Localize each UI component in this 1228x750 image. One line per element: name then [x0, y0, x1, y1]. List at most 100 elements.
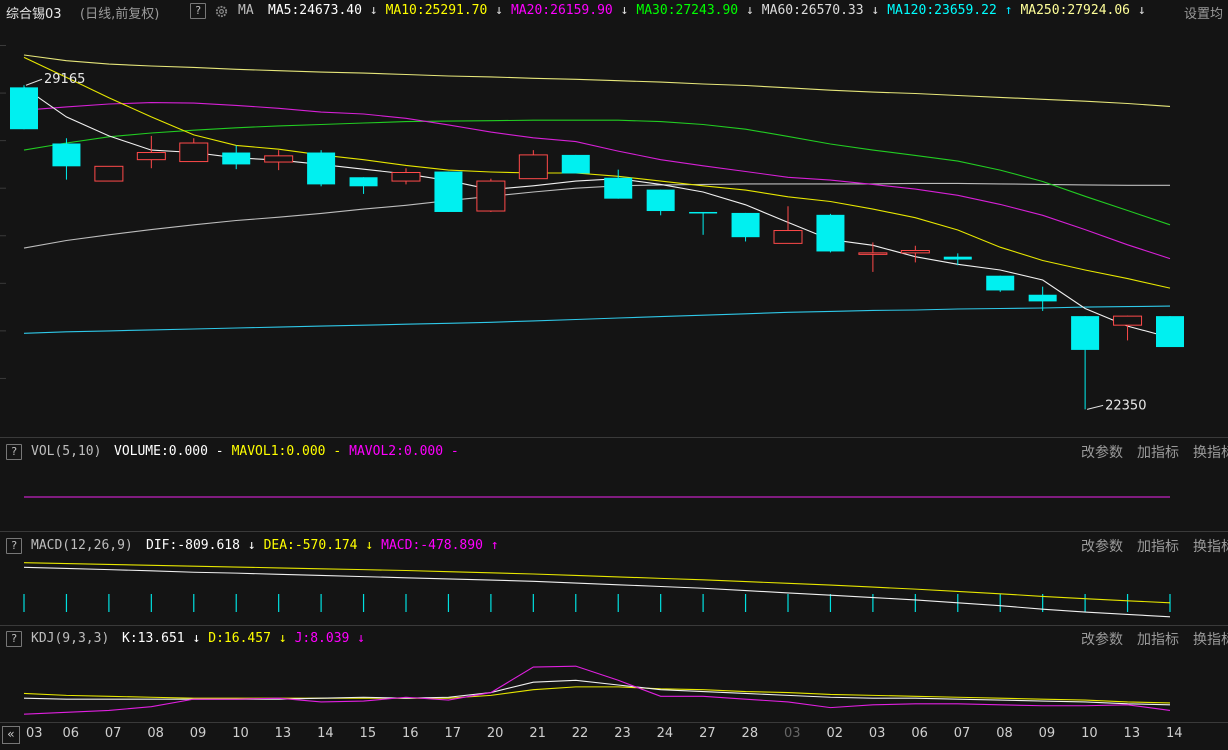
main-header: 综合锡03 (日线,前复权) ? MA MA5:24673.40 ↓ MA10:2… — [0, 0, 1228, 21]
candle-body — [391, 172, 421, 182]
kdj-help-button[interactable]: ? — [6, 631, 22, 647]
vol-add-indicator-button[interactable]: 加指标 — [1137, 442, 1179, 462]
x-tick-label: 10 — [232, 726, 249, 741]
candle — [731, 212, 760, 242]
candle-body — [222, 152, 251, 165]
candle — [646, 189, 675, 216]
kdj-switch-indicator-button[interactable]: 换指标 — [1193, 629, 1228, 649]
candle-body — [689, 211, 718, 214]
candle-body — [646, 189, 675, 212]
x-tick-label: 13 — [1123, 726, 1141, 741]
ma-legend-item-3: MA30:27243.90 ↓ — [636, 3, 753, 18]
x-tick-label: 23 — [614, 726, 631, 741]
kdj-add-indicator-button[interactable]: 加指标 — [1137, 629, 1179, 649]
candle-body — [1028, 294, 1057, 302]
extreme-value-label: 29165 — [44, 72, 85, 87]
scroll-left-button[interactable]: « — [2, 726, 20, 744]
kdj-legend-item-value: J:8.039 — [294, 631, 350, 646]
macd-legend-item-2: MACD:-478.890 ↑ — [381, 538, 498, 553]
vol-legend-item-0: VOLUME:0.000 - — [114, 444, 224, 459]
macd-change-params-button[interactable]: 改参数 — [1081, 536, 1123, 556]
candle — [391, 168, 421, 185]
macd-legend-item-1: DEA:-570.174 ↓ — [264, 538, 374, 553]
candle — [222, 145, 251, 170]
ma-legend-item-trend: ↓ — [738, 3, 754, 18]
macd-legend: DIF:-809.618 ↓ DEA:-570.174 ↓ MACD:-478.89… — [146, 538, 507, 553]
x-tick-label: 08 — [147, 726, 164, 741]
vol-indicator-name: VOL(5,10) — [31, 444, 102, 459]
ma-legend-item-value: MA30:27243.90 — [636, 3, 739, 18]
vol-pane-header: ? VOL(5,10) VOLUME:0.000 - MAVOL1:0.000 -… — [0, 441, 1228, 462]
ma-legend-item-value: MA120:23659.22 — [887, 3, 997, 18]
vol-legend-item-value: MAVOL1:0.000 — [231, 444, 326, 459]
vol-help-button[interactable]: ? — [6, 444, 22, 460]
ma10-line — [23, 56, 1171, 289]
kdj-j-line — [23, 665, 1171, 715]
candle-body — [731, 212, 760, 238]
candle — [986, 275, 1015, 292]
extreme-pointer — [25, 78, 43, 86]
volume-chart — [24, 496, 1170, 498]
x-tick-label: 08 — [996, 726, 1013, 741]
gear-icon[interactable] — [214, 4, 229, 21]
macd-legend-item-value: DIF:-809.618 — [146, 538, 240, 553]
ma-legend-item-value: MA250:27924.06 — [1020, 3, 1131, 18]
candle — [773, 206, 803, 244]
ma5-line — [23, 86, 1171, 339]
x-tick-label: 15 — [359, 726, 377, 741]
ma-legend-item-1: MA10:25291.70 ↓ — [386, 3, 503, 18]
x-tick-label: 28 — [741, 726, 759, 741]
candle-body — [943, 256, 972, 260]
ma-legend-item-value: MA10:25291.70 — [385, 3, 488, 18]
ma-legend-item-trend: ↓ — [487, 3, 503, 18]
macd-switch-indicator-button[interactable]: 换指标 — [1193, 536, 1228, 556]
kdj-indicator-name: KDJ(9,3,3) — [31, 631, 110, 646]
ma20-line — [23, 102, 1171, 260]
vol-legend-item-trend: - — [325, 444, 342, 459]
kdj-legend: K:13.651 ↓ D:16.457 ↓ J:8.039 ↓ — [122, 631, 373, 646]
vol-change-params-button[interactable]: 改参数 — [1081, 442, 1123, 462]
macd-legend-item-value: DEA:-570.174 — [263, 538, 358, 553]
ma-legend-item-5: MA120:23659.22 ↑ — [887, 3, 1012, 18]
candle-body — [1071, 316, 1100, 350]
candle — [136, 135, 166, 169]
candle — [94, 165, 124, 182]
candle-body — [1113, 315, 1143, 326]
ma-legend-item-value: MA60:26570.33 — [761, 3, 864, 18]
x-tick-label: 03 — [868, 726, 886, 741]
settings-link[interactable]: 设置均 — [1184, 3, 1223, 21]
kdj-legend-item-0: K:13.651 ↓ — [122, 631, 200, 646]
candle-body — [307, 152, 336, 185]
ma-legend: MA5:24673.40 ↓ MA10:25291.70 ↓ MA20:26159.… — [268, 3, 1154, 18]
x-tick-label: 03 — [784, 726, 801, 741]
vol-switch-indicator-button[interactable]: 换指标 — [1193, 442, 1228, 462]
candle — [349, 177, 378, 194]
candle — [434, 171, 463, 212]
divider — [0, 437, 1228, 438]
candle — [1156, 316, 1184, 348]
candle — [858, 242, 888, 272]
candle-body — [773, 230, 803, 244]
candle — [816, 213, 845, 253]
kdj-change-params-button[interactable]: 改参数 — [1081, 629, 1123, 649]
ma-legend-item-trend: ↓ — [612, 3, 629, 18]
candle — [476, 178, 506, 212]
x-tick-label: 14 — [317, 726, 334, 741]
candle-body — [52, 143, 81, 167]
ma-legend-item-trend: ↓ — [1130, 3, 1146, 18]
x-tick-label: 10 — [1081, 726, 1098, 741]
x-tick-label: 06 — [62, 726, 79, 741]
candle-body — [518, 154, 548, 180]
dea-line — [23, 562, 1171, 604]
ma-legend-item-6: MA250:27924.06 ↓ — [1020, 3, 1145, 18]
macd-legend-item-trend: ↓ — [357, 538, 374, 553]
macd-add-indicator-button[interactable]: 加指标 — [1137, 536, 1179, 556]
x-tick-label: 02 — [826, 726, 843, 741]
ma-legend-item-trend: ↑ — [996, 3, 1013, 18]
x-tick-label: 14 — [1166, 726, 1183, 741]
x-tick-label: 06 — [911, 726, 928, 741]
x-tick-label: 22 — [571, 726, 589, 741]
extreme-pointer — [1086, 404, 1104, 410]
help-button[interactable]: ? — [190, 3, 206, 19]
macd-help-button[interactable]: ? — [6, 538, 22, 554]
